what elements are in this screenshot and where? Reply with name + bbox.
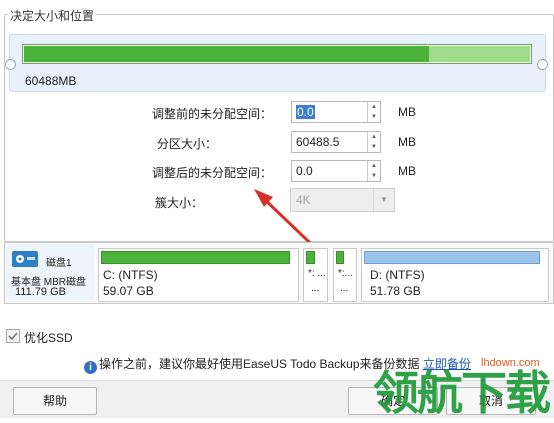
backup-hint-text: 操作之前，建议你最好使用EaseUS Todo Backup来备份数据	[99, 357, 420, 371]
unallocated-before-label: 调整前的未分配空间：	[151, 107, 272, 121]
partition-size-field-label: 分区大小：	[156, 137, 217, 151]
partition-card-small-1[interactable]: *: ... ...	[303, 248, 328, 302]
info-icon: i	[84, 361, 97, 374]
disk-name: 磁盘1	[46, 258, 72, 269]
spin-down-icon[interactable]: ▼	[368, 112, 380, 122]
partition-usage-bar	[101, 251, 290, 264]
partition-bar[interactable]	[22, 44, 532, 64]
cluster-size-label: 簇大小：	[154, 196, 203, 210]
unit-label: MB	[398, 105, 416, 119]
partition-usage-bar	[336, 251, 344, 264]
spin-up-icon[interactable]: ▲	[368, 132, 380, 142]
partition-size: ...	[311, 283, 320, 294]
partition-label: C: (NTFS)	[103, 268, 158, 282]
chevron-down-icon: ▼	[373, 189, 394, 211]
disk-size: 111.79 GB	[15, 286, 66, 298]
unallocated-after-label: 调整后的未分配空间：	[151, 166, 272, 180]
spin-down-icon[interactable]: ▼	[368, 142, 380, 152]
partition-usage-bar	[364, 251, 540, 264]
checkmark-icon	[8, 332, 18, 341]
partition-size: 51.78 GB	[370, 284, 421, 298]
partition-card-small-2[interactable]: *:... ...	[333, 248, 357, 302]
unallocated-before-value: 0.0	[296, 105, 315, 119]
optimize-ssd-label: 优化SSD	[24, 331, 73, 345]
partition-label: *:...	[338, 268, 354, 279]
group-title: 决定大小和位置	[8, 7, 97, 24]
partition-card-d[interactable]: D: (NTFS) 51.78 GB	[361, 248, 549, 302]
watermark-url: lhdown.com	[481, 357, 540, 369]
unit-label: MB	[398, 135, 416, 149]
spin-up-icon[interactable]: ▲	[368, 161, 380, 171]
partition-bar-used	[24, 46, 429, 62]
partition-label: D: (NTFS)	[370, 268, 425, 282]
disk-info[interactable]: 磁盘1 基本盘 MBR磁盘 111.79 GB	[6, 244, 94, 300]
partition-size: ...	[340, 283, 349, 294]
partition-bar-free	[429, 46, 530, 62]
spin-down-icon[interactable]: ▼	[368, 171, 380, 181]
partition-size: 59.07 GB	[103, 284, 154, 298]
unallocated-before-input[interactable]: 0.0 ▲ ▼	[291, 101, 381, 123]
partition-size-input[interactable]: 60488.5 ▲ ▼	[291, 131, 381, 153]
partition-usage-bar	[306, 251, 315, 264]
partition-size-value: 60488.5	[296, 135, 340, 149]
disk-icon	[12, 251, 38, 267]
left-resize-handle[interactable]	[5, 59, 16, 70]
unit-label: MB	[398, 164, 416, 178]
optimize-ssd-checkbox[interactable]	[6, 329, 20, 343]
right-resize-handle[interactable]	[537, 59, 548, 70]
unallocated-after-input[interactable]: 0.0 ▲ ▼	[291, 160, 381, 182]
unallocated-after-value: 0.0	[296, 164, 313, 178]
spin-up-icon[interactable]: ▲	[368, 102, 380, 112]
partition-size-label: 60488MB	[25, 74, 77, 88]
partition-card-c[interactable]: C: (NTFS) 59.07 GB	[98, 248, 299, 302]
help-button[interactable]: 帮助	[13, 387, 97, 415]
partition-label: *: ...	[308, 268, 326, 279]
